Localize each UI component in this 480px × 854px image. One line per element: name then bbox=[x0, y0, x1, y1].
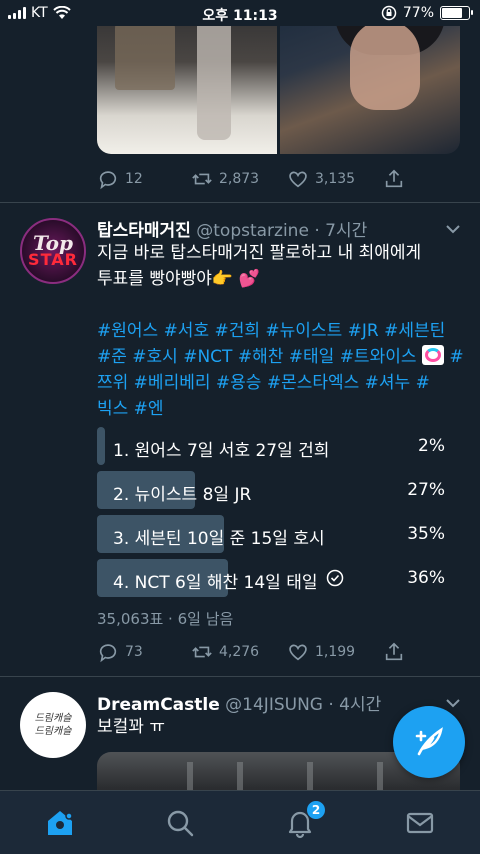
previous-tweet-actions: 12 2,873 3,135 bbox=[97, 168, 403, 192]
search-icon bbox=[167, 810, 194, 837]
notifications-badge: 2 bbox=[306, 800, 326, 820]
avatar-logo-text: 드림캐슬 bbox=[34, 713, 72, 724]
share-icon bbox=[385, 169, 403, 188]
divider bbox=[0, 676, 480, 677]
feather-plus-icon bbox=[415, 727, 443, 756]
user-handle[interactable]: @topstarzine bbox=[196, 221, 309, 241]
status-right: 77% bbox=[381, 5, 473, 21]
user-handle[interactable]: @14JISUNG bbox=[225, 695, 323, 715]
share-button[interactable] bbox=[383, 641, 405, 663]
tab-home[interactable] bbox=[44, 807, 76, 839]
poll-option[interactable]: 3. 세븐틴 10일 준 15일 호시 35% bbox=[97, 515, 449, 553]
poll-option-percent: 35% bbox=[407, 524, 445, 544]
tab-messages[interactable] bbox=[404, 807, 436, 839]
like-button[interactable]: 3,135 bbox=[287, 168, 355, 190]
hashtags-line[interactable]: #준 #호시 #NCT #해찬 #태일 #트와이스 bbox=[97, 347, 417, 367]
tweet-text-line: 지금 바로 탑스타매거진 팔로하고 내 최애에게 bbox=[97, 243, 422, 263]
chevron-down-icon[interactable] bbox=[444, 220, 462, 238]
heart-icon bbox=[289, 644, 307, 661]
poll-option[interactable]: 2. 뉴이스트 8일 JR 27% bbox=[97, 471, 449, 509]
tweet-actions: 73 4,276 1,199 bbox=[97, 641, 403, 665]
display-name[interactable]: 탑스타매거진 bbox=[97, 221, 191, 241]
poll-meta: 35,063표 · 6일 남음 bbox=[97, 610, 234, 628]
like-count: 1,199 bbox=[315, 644, 356, 660]
poll-option[interactable]: 4. NCT 6일 해찬 14일 태일 36% bbox=[97, 559, 449, 597]
hashtag[interactable]: # bbox=[449, 347, 463, 367]
divider bbox=[0, 202, 480, 203]
hashtags-line[interactable]: 빅스 #엔 bbox=[97, 396, 465, 422]
avatar-logo-text: 드림캐슬 bbox=[34, 726, 72, 737]
orientation-lock-icon bbox=[381, 5, 397, 21]
tweet-text: 지금 바로 탑스타매거진 팔로하고 내 최애에게 투표를 빵야빵야👉 💕 #원어… bbox=[97, 240, 465, 422]
check-circle-icon bbox=[326, 569, 344, 587]
battery-icon bbox=[440, 6, 473, 20]
retweet-icon bbox=[192, 646, 212, 658]
poll-option-label: 4. NCT 6일 해찬 14일 태일 bbox=[113, 573, 318, 593]
chevron-down-icon[interactable] bbox=[444, 694, 462, 712]
avatar[interactable]: 드림캐슬 드림캐슬 bbox=[20, 692, 86, 758]
poll-option-percent: 36% bbox=[407, 568, 445, 588]
poll-option[interactable]: 1. 원어스 7일 서호 27일 건희 2% bbox=[97, 427, 449, 465]
reply-icon bbox=[99, 171, 117, 190]
share-button[interactable] bbox=[383, 168, 405, 190]
retweet-icon bbox=[192, 173, 212, 185]
like-count: 3,135 bbox=[315, 171, 356, 187]
reply-count: 73 bbox=[125, 644, 143, 660]
avatar-logo-text: STAR bbox=[28, 250, 78, 269]
retweet-button[interactable]: 2,873 bbox=[191, 168, 259, 190]
timeline[interactable]: 12 2,873 3,135 Top STAR 탑스타매거진 @topstarz… bbox=[0, 0, 480, 790]
poll: 1. 원어스 7일 서호 27일 건희 2% 2. 뉴이스트 8일 JR 27% 3. … bbox=[97, 427, 449, 603]
battery-percent: 77% bbox=[402, 5, 434, 21]
twice-emoji-icon bbox=[421, 345, 444, 365]
retweet-button[interactable]: 4,276 bbox=[191, 641, 259, 663]
hashtags-line[interactable]: 쯔위 #베리베리 #용승 #몬스타엑스 #셔누 # bbox=[97, 370, 465, 396]
poll-option-label: 3. 세븐틴 10일 준 15일 호시 bbox=[113, 529, 325, 549]
tweet-time: · 7시간 bbox=[314, 221, 368, 241]
heart-icon bbox=[289, 171, 307, 188]
poll-option-percent: 27% bbox=[407, 480, 445, 500]
tab-bar bbox=[0, 790, 480, 854]
display-name[interactable]: DreamCastle bbox=[97, 695, 220, 715]
poll-option-percent: 2% bbox=[418, 436, 445, 456]
home-icon bbox=[48, 811, 73, 835]
reply-button[interactable]: 12 bbox=[97, 168, 143, 190]
tab-search[interactable] bbox=[164, 807, 196, 839]
reply-icon bbox=[99, 644, 117, 663]
poll-bar bbox=[97, 427, 105, 465]
compose-tweet-button[interactable] bbox=[393, 706, 465, 778]
retweet-count: 4,276 bbox=[219, 644, 260, 660]
tweet-time: · 4시간 bbox=[328, 695, 382, 715]
status-bar: KT 오후 11:13 77% bbox=[0, 0, 480, 26]
mail-icon bbox=[406, 812, 434, 834]
battery-fill bbox=[442, 8, 463, 18]
avatar[interactable]: Top STAR bbox=[20, 218, 86, 284]
tweet-text-line: 투표를 빵야빵야👉 💕 bbox=[97, 269, 260, 289]
reply-count: 12 bbox=[125, 171, 143, 187]
poll-option-label: 1. 원어스 7일 서호 27일 건희 bbox=[113, 441, 330, 461]
share-icon bbox=[385, 642, 403, 661]
tweet-header: 탑스타매거진 @topstarzine · 7시간 bbox=[97, 216, 467, 241]
hashtags-line[interactable]: #원어스 #서호 #건희 #뉴이스트 #JR #세븐틴 bbox=[97, 318, 465, 344]
retweet-count: 2,873 bbox=[219, 171, 260, 187]
like-button[interactable]: 1,199 bbox=[287, 641, 355, 663]
poll-option-label: 2. 뉴이스트 8일 JR bbox=[113, 485, 252, 505]
reply-button[interactable]: 73 bbox=[97, 641, 143, 663]
